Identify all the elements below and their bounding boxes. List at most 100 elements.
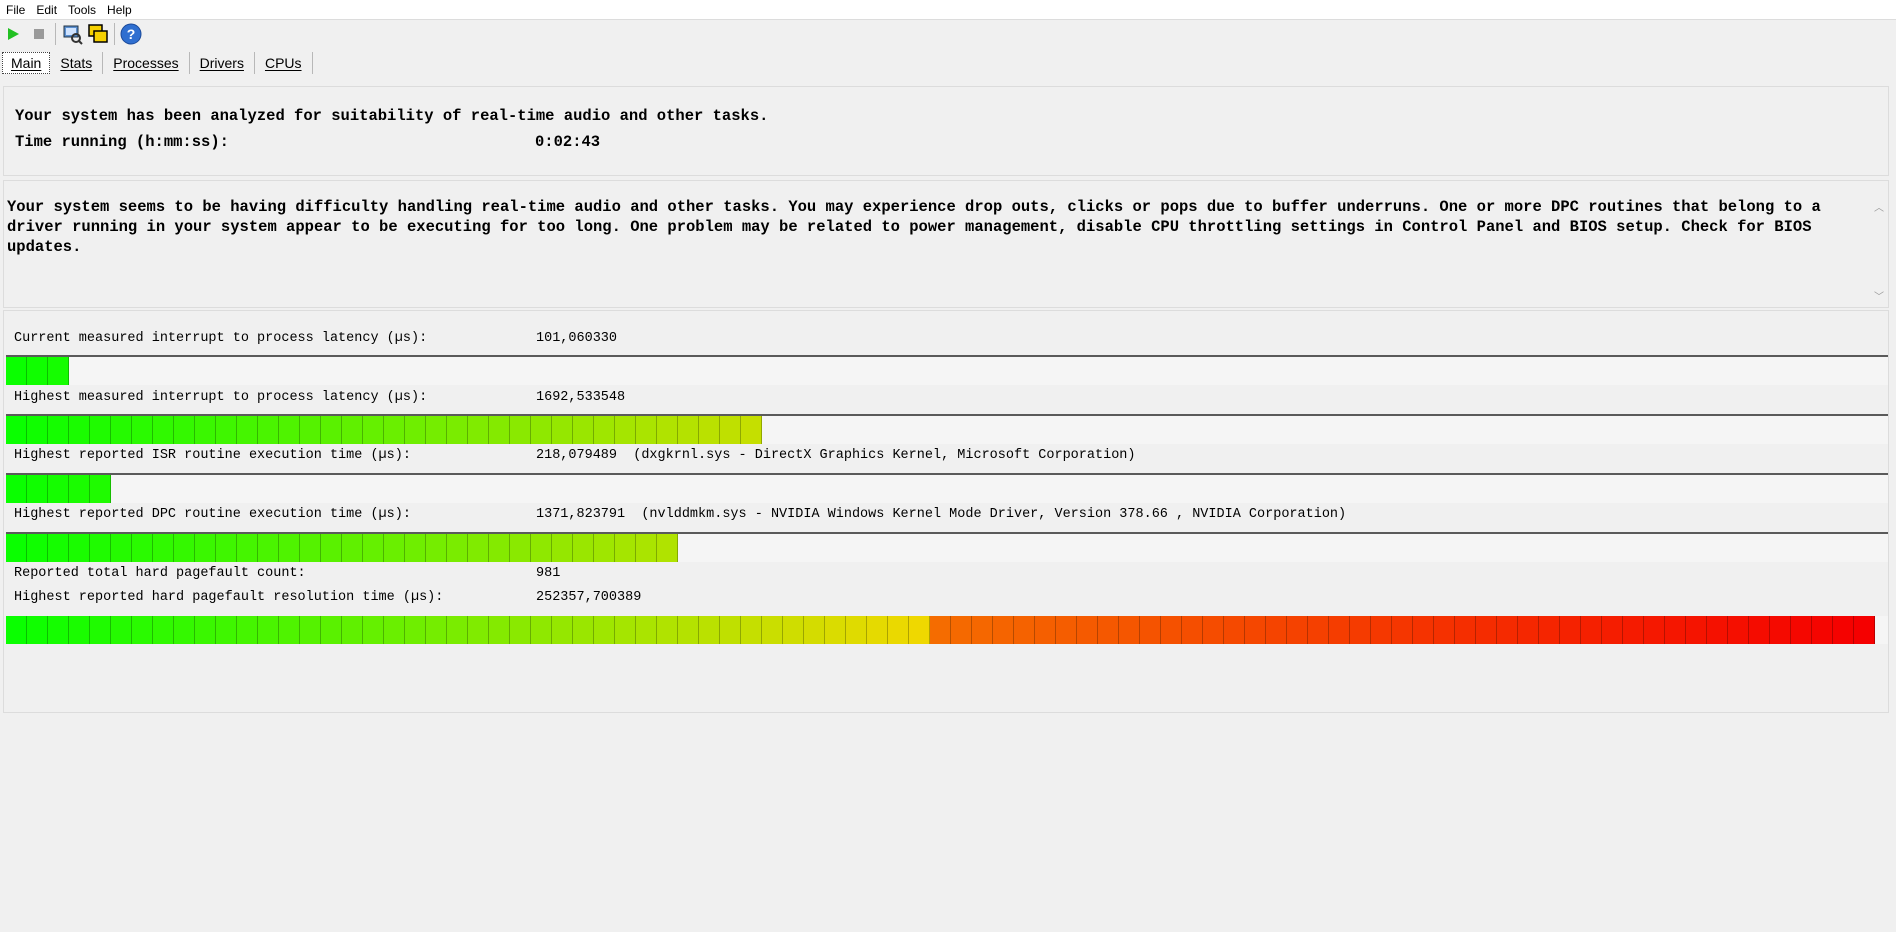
tab-main[interactable]: Main [2, 52, 51, 74]
bar-segment [300, 416, 321, 444]
bar-segment [489, 616, 510, 644]
bar-segment [1371, 616, 1392, 644]
bar-segment [426, 534, 447, 562]
menu-bar: File Edit Tools Help [0, 0, 1896, 20]
bar-segment [300, 534, 321, 562]
scroll-up-icon[interactable]: ︿ [1874, 199, 1884, 214]
tab-stats[interactable]: Stats [50, 52, 104, 74]
bar-segment [69, 534, 90, 562]
bar-segment [6, 616, 27, 644]
stop-icon[interactable] [26, 21, 52, 47]
pagefault-count-label: Reported total hard pagefault count: [14, 566, 306, 581]
bar-segment [468, 416, 489, 444]
bar-segment [1476, 616, 1497, 644]
isr-time-label: Highest reported ISR routine execution t… [14, 448, 411, 463]
bar-segment [426, 416, 447, 444]
play-icon[interactable] [0, 21, 26, 47]
bar-segment [27, 475, 48, 503]
menu-edit[interactable]: Edit [29, 3, 61, 17]
bar-segment [1728, 616, 1749, 644]
bar-segment [6, 357, 27, 385]
bar-segment [216, 534, 237, 562]
bar-segment [447, 534, 468, 562]
windows-icon[interactable] [85, 21, 111, 47]
bar-segment [699, 616, 720, 644]
bar-track [6, 357, 1888, 385]
bar-segment [48, 534, 69, 562]
scroll-down-icon[interactable]: ﹀ [1874, 288, 1884, 303]
bar-segment [258, 616, 279, 644]
analysis-status-text: Your system has been analyzed for suitab… [15, 107, 769, 125]
tab-cpus[interactable]: CPUs [255, 52, 313, 74]
bar-segment [405, 616, 426, 644]
bar-segment [384, 416, 405, 444]
bar-segment [69, 475, 90, 503]
bar-segment [510, 416, 531, 444]
bar-segment [636, 416, 657, 444]
bar-segment [1056, 616, 1077, 644]
bar-segment [426, 616, 447, 644]
bar-segment [468, 534, 489, 562]
tab-bar: Main Stats Processes Drivers CPUs [0, 50, 313, 76]
bar-segment [720, 416, 741, 444]
bar-segment [867, 616, 888, 644]
tab-processes[interactable]: Processes [103, 52, 190, 74]
bar-segment [888, 616, 909, 644]
bar-segment [468, 616, 489, 644]
bar-segment [405, 416, 426, 444]
highest-latency-value: 1692,533548 [536, 390, 626, 405]
analyze-icon[interactable] [59, 21, 85, 47]
metrics-panel: Current measured interrupt to process la… [3, 310, 1889, 713]
bar-segment [195, 416, 216, 444]
menu-tools[interactable]: Tools [61, 3, 100, 17]
bar-segment [594, 616, 615, 644]
bar-segment [237, 416, 258, 444]
bar-segment [153, 616, 174, 644]
bar-segment [1812, 616, 1833, 644]
bar-segment [90, 534, 111, 562]
bar-segment [1350, 616, 1371, 644]
bar-segment [111, 616, 132, 644]
pagefault-time-value: 252357,700389 [536, 590, 642, 605]
current-latency-value: 101,060330 [536, 331, 618, 346]
bar-segment [1329, 616, 1350, 644]
bar-segment [594, 416, 615, 444]
bar-segment [90, 416, 111, 444]
summary-panel: Your system has been analyzed for suitab… [3, 86, 1889, 176]
bar-segment [363, 534, 384, 562]
bar-segment [657, 416, 678, 444]
bar-segment [657, 534, 678, 562]
bar-segment [1665, 616, 1686, 644]
bar-segment [636, 534, 657, 562]
bar-segment [363, 616, 384, 644]
bar-segment [174, 416, 195, 444]
time-running-value: 0:02:43 [535, 133, 601, 151]
help-icon[interactable]: ? [118, 21, 144, 47]
bar-segment [27, 616, 48, 644]
bar-segment [1077, 616, 1098, 644]
bar-segment [6, 475, 27, 503]
bar-segment [741, 416, 762, 444]
bar-segment [321, 534, 342, 562]
bar-segment [153, 534, 174, 562]
tab-drivers[interactable]: Drivers [190, 52, 255, 74]
dpc-time-label: Highest reported DPC routine execution t… [14, 507, 411, 522]
bar-segment [69, 416, 90, 444]
bar-segment [678, 416, 699, 444]
bar-segment [258, 534, 279, 562]
bar-segment [1182, 616, 1203, 644]
menu-file[interactable]: File [0, 3, 29, 17]
bar-segment [972, 616, 993, 644]
dpc-time-value: 1371,823791 (nvlddmkm.sys - NVIDIA Windo… [536, 507, 1347, 522]
bar-segment [174, 616, 195, 644]
bar-segment [615, 416, 636, 444]
bar-segment [657, 616, 678, 644]
menu-help[interactable]: Help [100, 3, 136, 17]
bar-segment [279, 416, 300, 444]
bar-segment [237, 534, 258, 562]
bar-segment [48, 616, 69, 644]
highest-latency-label: Highest measured interrupt to process la… [14, 390, 428, 405]
bar-segment [384, 616, 405, 644]
bar-segment [1014, 616, 1035, 644]
bar-segment [1707, 616, 1728, 644]
